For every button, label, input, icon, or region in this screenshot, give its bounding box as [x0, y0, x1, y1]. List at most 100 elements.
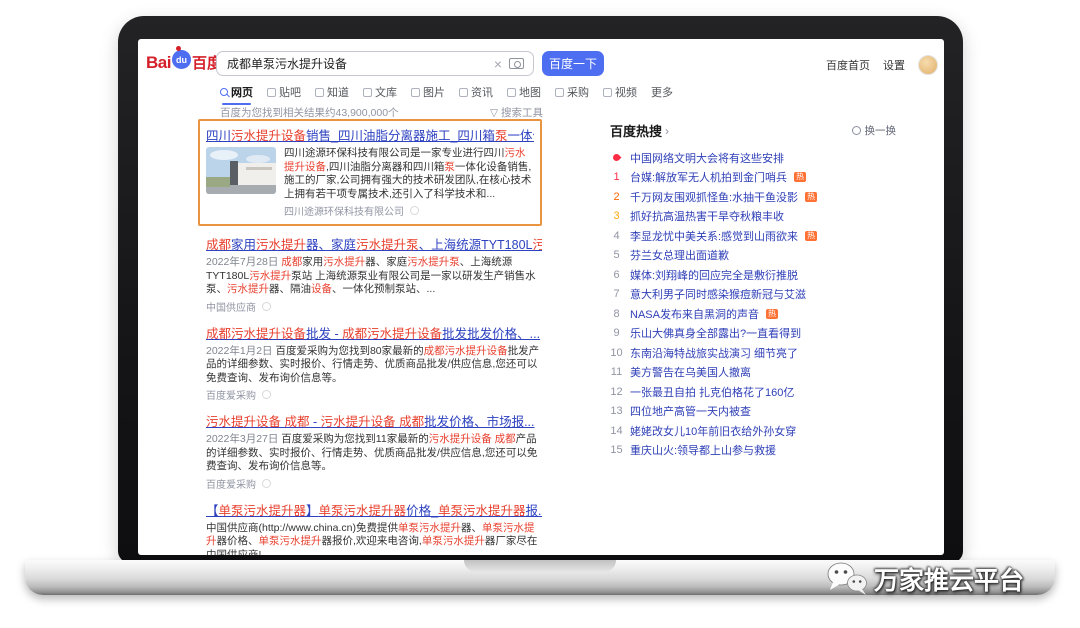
tab-label: 网页: [231, 84, 253, 100]
text-segment: 设备: [311, 283, 332, 295]
hot-search-item[interactable]: 10东南沿海特战旅实战演习 细节亮了: [610, 343, 910, 363]
text-segment: 器、隔油: [269, 283, 311, 295]
watermark-text: 万家推云平台: [874, 561, 1024, 597]
results-list: 四川污水提升设备销售_四川油脂分离器施工_四川箱泵一体化... 四川途源环保科技有…: [206, 119, 542, 555]
hot-search-item[interactable]: 14姥姥改女儿10年前旧衣给外孙女穿: [610, 421, 910, 441]
tab-贴吧[interactable]: 贴吧: [267, 84, 301, 104]
search-button[interactable]: 百度一下: [542, 51, 604, 76]
tab-知道[interactable]: 知道: [315, 84, 349, 104]
text-segment: 成都: [281, 256, 302, 268]
tab-label: 资讯: [471, 84, 493, 100]
hot-search-item[interactable]: 15重庆山火:领导都上山参与救援: [610, 441, 910, 461]
logo-bai: Bai: [146, 53, 171, 73]
forum-icon: [267, 88, 276, 97]
text-segment: 单泵污水提升: [259, 535, 322, 547]
hot-rank: 12: [610, 386, 623, 398]
hot-search-item[interactable]: 6媒体:刘翔峰的回应完全是敷衍推脱: [610, 265, 910, 285]
feedback-icon[interactable]: [262, 302, 271, 311]
hot-rank: 15: [610, 444, 623, 456]
text-segment: 家用: [231, 238, 256, 252]
result-source: 百度爱采购: [206, 476, 542, 491]
result-title-link[interactable]: 四川污水提升设备销售_四川油脂分离器施工_四川箱泵一体化...: [206, 125, 534, 144]
tab-资讯[interactable]: 资讯: [459, 84, 493, 104]
hot-search-item[interactable]: 7意大利男子同时感染猴痘新冠与艾滋: [610, 285, 910, 305]
result-description: 2022年1月2日 百度爱采购为您找到80家最新的成都污水提升设备批发产品的详细…: [206, 345, 542, 386]
avatar[interactable]: [918, 55, 938, 75]
watermark: 万家推云平台: [826, 560, 1024, 598]
pin-icon: [612, 153, 622, 163]
hot-rank: 4: [610, 230, 623, 242]
hot-search-item[interactable]: 4李显龙忧中美关系:感觉到山雨欲来热: [610, 226, 910, 246]
hot-rank: 5: [610, 249, 623, 261]
tab-采购[interactable]: 采购: [555, 84, 589, 104]
source-name: 百度爱采购: [206, 387, 256, 402]
settings-link[interactable]: 设置: [883, 57, 905, 73]
text-segment: 单泵污水提升: [422, 535, 485, 547]
tab-地图[interactable]: 地图: [507, 84, 541, 104]
video-icon: [603, 88, 612, 97]
results-count: 百度为您找到相关结果约43,900,000个: [220, 105, 399, 120]
source-name: 四川途源环保科技有限公司: [284, 203, 404, 218]
refresh-button[interactable]: 换一换: [852, 123, 897, 138]
baidu-logo[interactable]: Bai du 百度: [146, 50, 222, 75]
text-segment: 单泵污水提升器: [319, 504, 407, 518]
hot-label: 中国网络文明大会将有这些安排: [630, 150, 784, 166]
wechat-icon: [826, 560, 868, 598]
result-title-link[interactable]: 【单泵污水提升器】单泵污水提升器价格_单泵污水提升器报...: [206, 500, 542, 519]
feedback-icon[interactable]: [262, 390, 271, 399]
hot-label: NASA发布来自黑洞的声音: [630, 306, 759, 322]
search-box[interactable]: ×: [216, 51, 534, 76]
search-tools[interactable]: ▽ 搜索工具: [490, 105, 543, 120]
hot-search-item[interactable]: 中国网络文明大会将有这些安排: [610, 148, 910, 168]
clear-icon[interactable]: ×: [487, 56, 509, 72]
tab-视频[interactable]: 视频: [603, 84, 637, 104]
hot-search-item[interactable]: 1台媒:解放军无人机拍到金门哨兵热: [610, 168, 910, 188]
result-title-link[interactable]: 污水提升设备 成都 - 污水提升设备 成都批发价格、市场报...: [206, 411, 542, 430]
chevron-right-icon: ›: [665, 124, 669, 138]
map-icon: [507, 88, 516, 97]
browser-viewport: Bai du 百度 × 百度一下 百度首页 设置 网页贴吧知道文库 图片 资讯地图采…: [138, 39, 944, 555]
result-title-link[interactable]: 成都污水提升设备批发 - 成都污水提升设备批发批发价格、...: [206, 323, 542, 342]
result-description: 2022年7月28日 成都家用污水提升器、家庭污水提升泵、上海统源TYT180L…: [206, 256, 542, 297]
tab-网页[interactable]: 网页: [220, 84, 253, 104]
result-title-link[interactable]: 成都家用污水提升器、家庭污水提升泵、上海统源TYT180L污...: [206, 234, 542, 253]
tab-label: 图片: [423, 84, 445, 100]
text-segment: 单泵污水提升器: [219, 504, 307, 518]
tab-文库[interactable]: 文库: [363, 84, 397, 104]
hot-label: 媒体:刘翔峰的回应完全是敷衍推脱: [630, 267, 798, 283]
hot-search-item[interactable]: 8NASA发布来自黑洞的声音热: [610, 304, 910, 324]
hot-search-item[interactable]: 2千万网友围观抓怪鱼:水抽干鱼没影热: [610, 187, 910, 207]
text-segment: 销售_四川油脂分离器施工_四川箱: [306, 129, 495, 143]
text-segment: 一体化...: [507, 129, 534, 143]
text-segment: ,四川油脂分离器和四川箱: [326, 161, 444, 173]
text-segment: 成都污水提升设备: [206, 327, 306, 341]
baidu-paw-icon: du: [172, 50, 191, 69]
hot-search-item[interactable]: 9乐山大佛真身全部露出?一直看得到: [610, 324, 910, 344]
hot-badge-icon: 热: [805, 192, 817, 202]
hot-rank: 1: [610, 171, 623, 183]
hot-search-item[interactable]: 11美方警告在乌美国人撤离: [610, 363, 910, 383]
baidu-home-link[interactable]: 百度首页: [826, 57, 870, 73]
hot-search-item[interactable]: 5芬兰女总理出面道歉: [610, 246, 910, 266]
tab-图片[interactable]: 图片: [411, 84, 445, 104]
feedback-icon[interactable]: [410, 206, 419, 215]
text-segment: 泵: [444, 161, 455, 173]
feedback-icon[interactable]: [262, 479, 271, 488]
text-segment: 器报价,欢迎来电咨询,: [322, 535, 422, 547]
camera-icon[interactable]: [509, 58, 524, 69]
hot-label: 意大利男子同时感染猴痘新冠与艾滋: [630, 286, 806, 302]
hot-title[interactable]: 百度热搜: [610, 121, 662, 140]
text-segment: 批发 -: [306, 327, 342, 341]
funnel-icon: ▽: [490, 107, 498, 119]
search-input[interactable]: [217, 57, 487, 71]
hot-search-item[interactable]: 3抓好抗高温热害干旱夺秋粮丰收: [610, 207, 910, 227]
result-thumbnail[interactable]: [206, 147, 276, 194]
hot-rank: 8: [610, 308, 623, 320]
text-segment: 四川: [206, 129, 231, 143]
tab-更多[interactable]: 更多: [651, 84, 673, 104]
hot-list: 中国网络文明大会将有这些安排 1台媒:解放军无人机拍到金门哨兵热2千万网友围观抓怪…: [610, 148, 910, 460]
hot-search-item[interactable]: 13四位地产高管一天内被查: [610, 402, 910, 422]
hot-rank: 14: [610, 425, 623, 437]
hot-search-item[interactable]: 12一张最丑自拍 扎克伯格花了160亿: [610, 382, 910, 402]
news-icon: [459, 88, 468, 97]
